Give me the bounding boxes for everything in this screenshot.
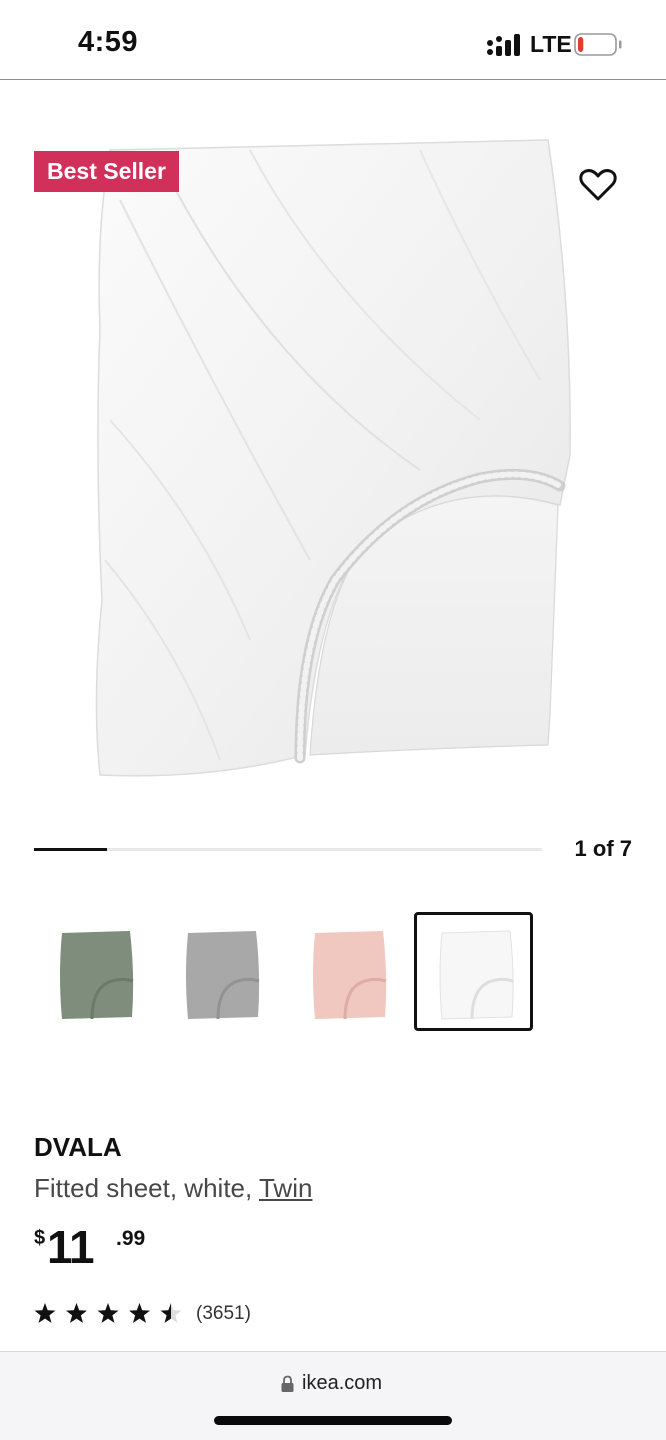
- size-link[interactable]: Twin: [259, 1173, 312, 1203]
- browser-address-bar: [0, 1351, 666, 1440]
- star-icon-full: [34, 1303, 56, 1323]
- product-image[interactable]: [0, 81, 666, 821]
- status-bar: 4:59 LTE: [0, 0, 666, 80]
- product-name: DVALA: [34, 1132, 122, 1162]
- star-icon-full: [129, 1303, 150, 1323]
- url-domain[interactable]: ikea.com: [302, 1372, 382, 1395]
- review-count[interactable]: (3651): [196, 1303, 251, 1325]
- gallery-progress-fill: [34, 848, 107, 851]
- network-label: LTE: [530, 31, 572, 57]
- heart-outline-icon: [579, 169, 617, 201]
- signal-icon: [487, 34, 520, 56]
- star-icon-full: [97, 1303, 119, 1323]
- thumbnail-white[interactable]: [414, 912, 533, 1031]
- price-currency: $: [34, 1227, 46, 1249]
- thumbnail-pink[interactable]: [287, 912, 406, 1031]
- product-description-text: Fitted sheet, white,: [34, 1173, 259, 1203]
- gallery-progress: [34, 848, 542, 851]
- battery-icon: [574, 33, 622, 56]
- gallery-position: 1 of 7: [574, 836, 632, 861]
- price-decimal: .99: [116, 1227, 146, 1250]
- price-integer: 11: [47, 1221, 95, 1273]
- status-time: 4:59: [78, 26, 139, 58]
- fitted-sheet-image: [95, 139, 571, 777]
- home-indicator[interactable]: [214, 1416, 452, 1425]
- thumbnail-gray[interactable]: [160, 912, 279, 1031]
- best-seller-badge: Best Seller: [34, 151, 179, 192]
- thumbnail-gray-green[interactable]: [34, 912, 153, 1031]
- lock-icon: [281, 1375, 294, 1392]
- star-icons: [34, 1303, 182, 1323]
- product-description: Fitted sheet, white, Twin: [34, 1173, 312, 1204]
- favorite-button[interactable]: [578, 167, 618, 203]
- star-icon-full: [66, 1303, 87, 1323]
